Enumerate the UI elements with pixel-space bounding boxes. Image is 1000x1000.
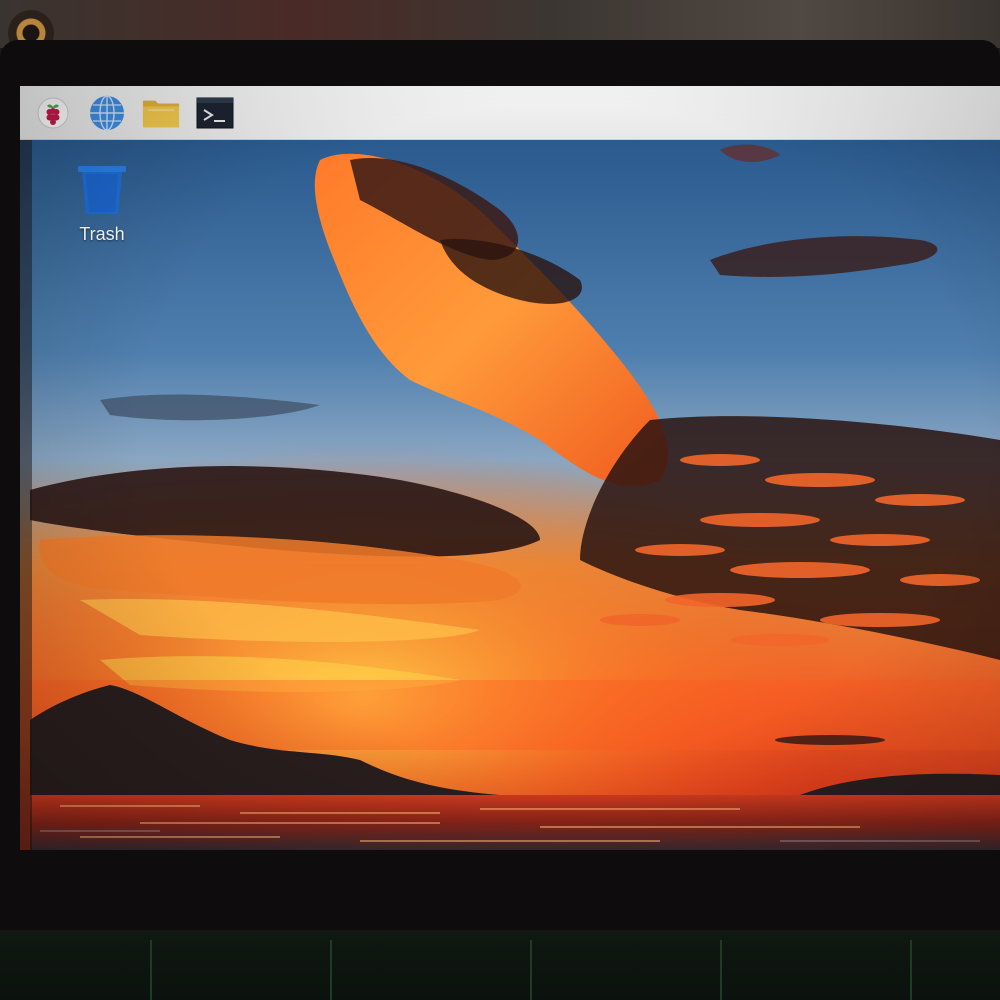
file-manager-button[interactable] [142,94,180,132]
desktop-icon-label: Trash [79,224,125,244]
desktop-icon-trash[interactable]: Trash [62,162,142,252]
raspberry-pi-icon [37,97,69,128]
main-menu-button[interactable] [34,94,72,132]
desktop-wallpaper [20,140,1000,850]
desk-grid-line [910,940,912,1000]
desk-grid-line [150,940,152,1000]
taskbar [20,86,1000,140]
folder-icon [142,100,180,127]
terminal-button[interactable] [196,94,234,132]
desk-grid-line [720,940,722,1000]
web-browser-button[interactable] [88,94,126,132]
desk-grid-line [530,940,532,1000]
desk-grid-line [330,940,332,1000]
globe-icon [90,94,124,131]
monitor-screen: Trash [20,86,1000,850]
trash-bin-icon [78,166,126,214]
terminal-icon [196,97,234,128]
